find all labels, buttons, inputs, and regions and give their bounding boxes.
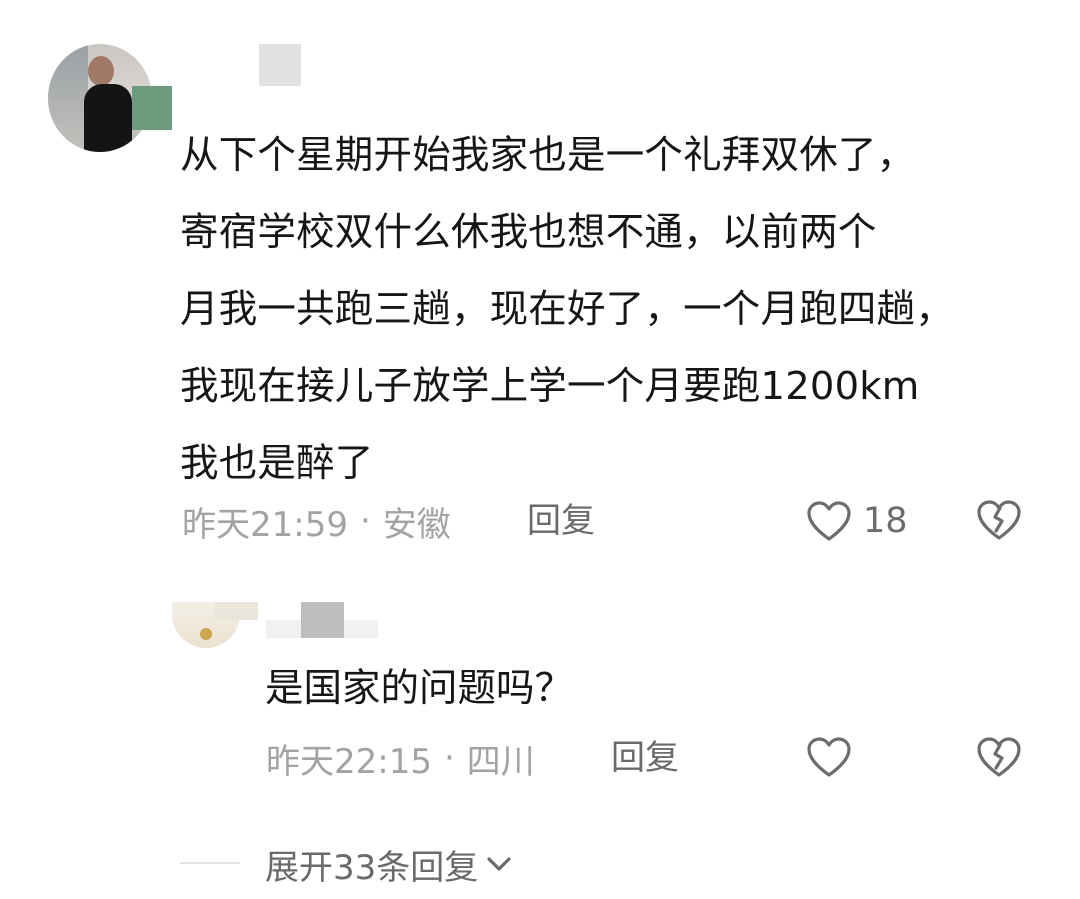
avatar-body bbox=[84, 84, 132, 152]
heart-outline-icon bbox=[805, 735, 853, 779]
comment-line: 我也是醉了 bbox=[180, 441, 374, 486]
like-button[interactable] bbox=[805, 735, 853, 779]
avatar-face bbox=[88, 56, 114, 86]
dislike-button[interactable] bbox=[975, 735, 1023, 779]
reply-time: 昨天22:15 bbox=[266, 741, 432, 782]
broken-heart-icon bbox=[975, 735, 1023, 779]
username-mosaic[interactable] bbox=[301, 602, 344, 638]
comment-time: 昨天21:59 bbox=[182, 504, 348, 545]
reply-location: 四川 bbox=[466, 741, 535, 782]
pixelated-mask bbox=[132, 86, 172, 130]
expand-replies-button[interactable]: 展开33条回复 bbox=[265, 842, 514, 888]
username-mosaic[interactable] bbox=[259, 44, 301, 86]
username-mosaic bbox=[214, 602, 258, 620]
dislike-button[interactable] bbox=[975, 498, 1023, 542]
like-count: 18 bbox=[863, 501, 908, 541]
comment-meta: 昨天21:59 · 安徽 bbox=[182, 498, 451, 545]
meta-separator: · bbox=[443, 738, 455, 778]
avatar-emblem bbox=[200, 628, 212, 640]
reply-button[interactable]: 回复 bbox=[527, 498, 595, 544]
chevron-down-icon bbox=[484, 849, 514, 879]
comment-location: 安徽 bbox=[382, 504, 451, 545]
comment-text: 从下个星期开始我家也是一个礼拜双休了， 寄宿学校双什么休我也想不通，以前两个 月… bbox=[180, 117, 1040, 502]
meta-separator: · bbox=[359, 501, 371, 541]
comment-line: 月我一共跑三趟，现在好了，一个月跑四趟， bbox=[180, 287, 955, 332]
comment-line: 从下个星期开始我家也是一个礼拜双休了， bbox=[180, 133, 916, 178]
reply-text: 是国家的问题吗？ bbox=[265, 666, 574, 711]
avatar-background bbox=[48, 44, 88, 152]
comment-line: 我现在接儿子放学上学一个月要跑1200km bbox=[180, 364, 920, 409]
broken-heart-icon bbox=[975, 498, 1023, 542]
heart-outline-icon bbox=[805, 499, 853, 543]
reply-button[interactable]: 回复 bbox=[611, 735, 679, 781]
expand-replies-label: 展开33条回复 bbox=[265, 847, 479, 888]
comment-line: 寄宿学校双什么休我也想不通，以前两个 bbox=[180, 210, 877, 255]
like-button[interactable]: 18 bbox=[805, 498, 908, 544]
reply-meta: 昨天22:15 · 四川 bbox=[266, 735, 535, 782]
divider bbox=[180, 862, 240, 864]
